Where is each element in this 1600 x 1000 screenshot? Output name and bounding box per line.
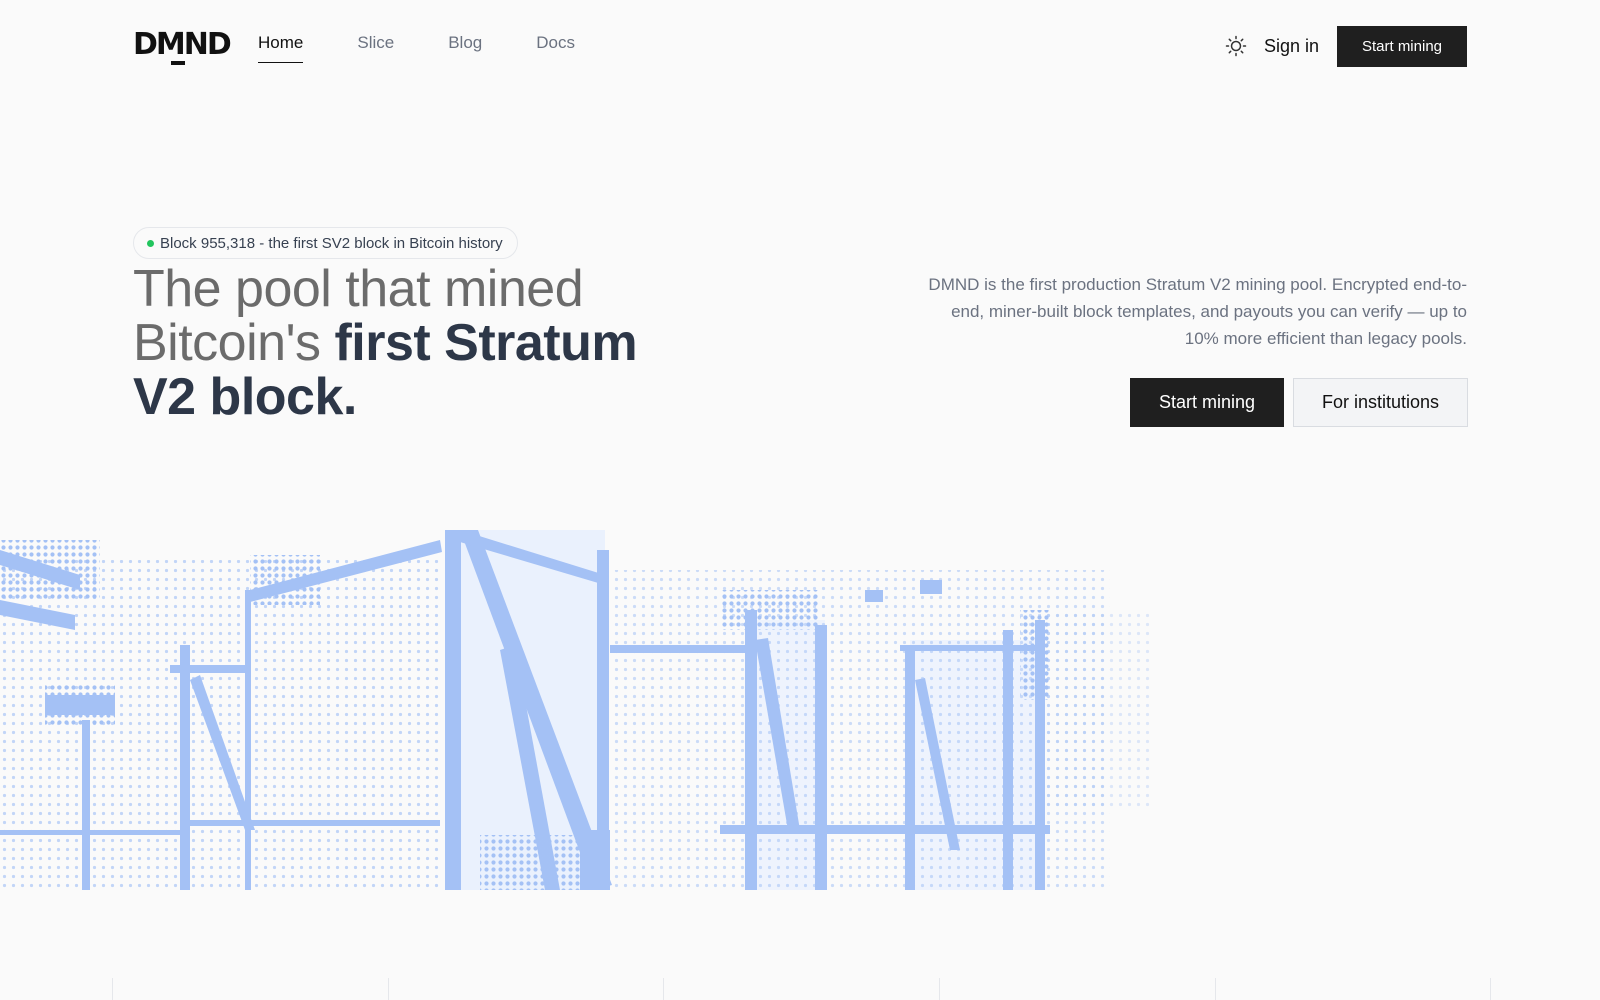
headline-muted-line-1: The pool that mined <box>133 260 584 318</box>
headline-strong-line-1: first Stratum <box>334 314 638 372</box>
sign-in-link[interactable]: Sign in <box>1264 34 1319 58</box>
for-institutions-button[interactable]: For institutions <box>1293 378 1468 427</box>
start-mining-button[interactable]: Start mining <box>1130 378 1284 427</box>
main-nav: Home Slice Blog Docs <box>258 32 629 63</box>
grid-divider <box>112 978 113 1000</box>
nav-slice[interactable]: Slice <box>357 32 394 63</box>
badge-text: Block 955,318 - the first SV2 block in B… <box>160 234 503 252</box>
site-header: DMND Home Slice Blog Docs Sign in Start … <box>0 0 1600 92</box>
nav-home[interactable]: Home <box>258 32 304 63</box>
grid-divider <box>1490 978 1491 1000</box>
logo-underbar <box>171 61 185 65</box>
hero-description: DMND is the first production Stratum V2 … <box>928 275 1467 348</box>
header-start-mining-button[interactable]: Start mining <box>1337 26 1467 67</box>
block-badge: Block 955,318 - the first SV2 block in B… <box>133 227 518 259</box>
nav-blog[interactable]: Blog <box>448 32 482 63</box>
mining-facility-illustration <box>0 530 1150 890</box>
dmnd-logo[interactable]: DMND <box>133 27 232 65</box>
hero-headline: The pool that mined Bitcoin's first Stra… <box>133 262 693 424</box>
grid-divider <box>388 978 389 1000</box>
grid-divider <box>1215 978 1216 1000</box>
logo-text: DMND <box>133 27 232 62</box>
sun-icon[interactable] <box>1225 35 1247 57</box>
grid-divider <box>939 978 940 1000</box>
nav-docs[interactable]: Docs <box>536 32 575 63</box>
status-dot-icon <box>147 239 154 247</box>
headline-muted-line-2: Bitcoin's <box>133 314 335 372</box>
headline-strong-line-2: V2 block. <box>133 368 357 426</box>
grid-divider <box>663 978 664 1000</box>
